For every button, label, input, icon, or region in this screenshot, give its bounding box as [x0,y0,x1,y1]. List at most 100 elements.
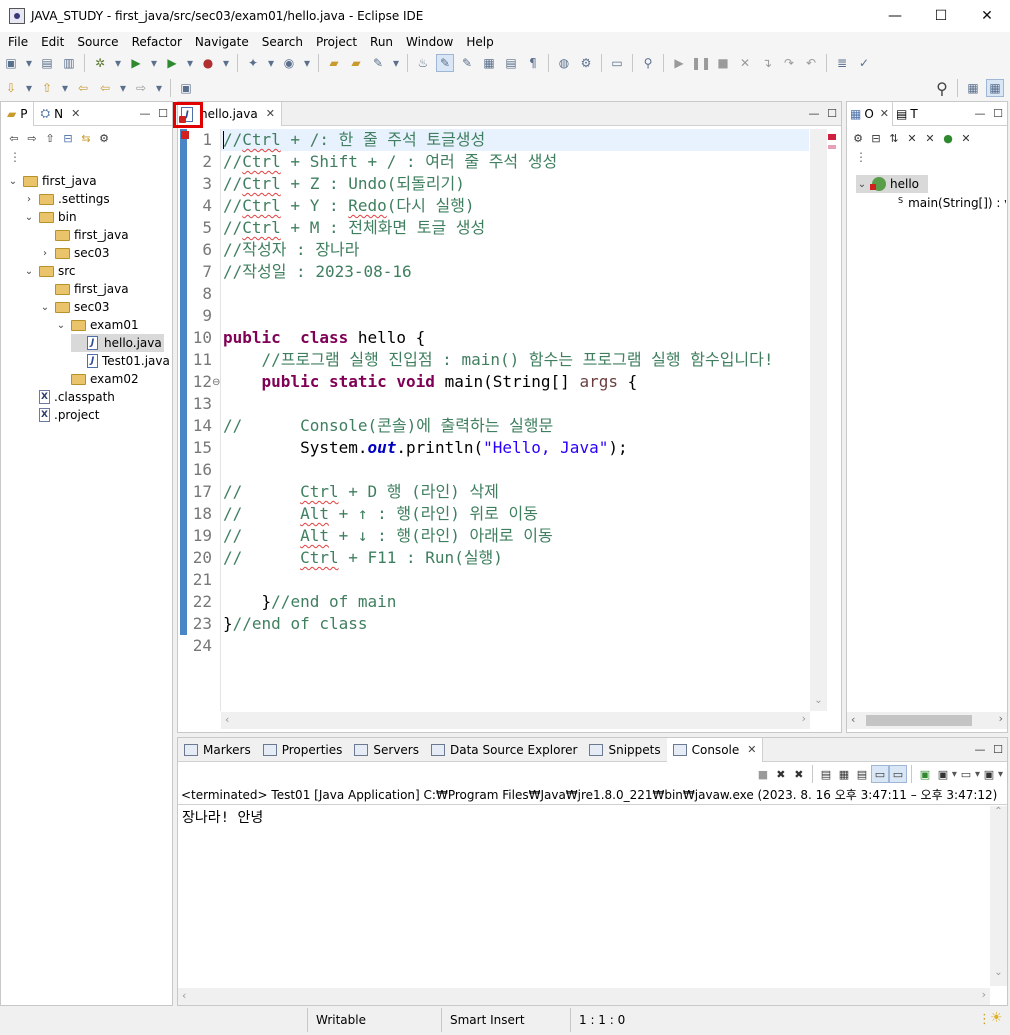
tab-servers[interactable]: Servers [348,738,425,762]
hide-nonpublic-icon[interactable]: ● [939,129,957,147]
code-line[interactable]: //Ctrl + /: 한 줄 주석 토글생성 [223,129,485,151]
close-icon[interactable]: ✕ [747,743,756,756]
pin-console-icon[interactable]: ▣ [916,765,934,783]
word-wrap-icon[interactable]: ▤ [853,765,871,783]
outline-method-item[interactable]: S main(String[]) : v [893,194,1006,212]
save-all-icon[interactable]: ▥ [60,54,78,72]
chevron-down-icon[interactable]: ▾ [391,54,401,72]
menu-run[interactable]: Run [362,35,398,49]
maximize-view-icon[interactable]: ☐ [154,105,172,123]
menu-search[interactable]: Search [254,35,308,49]
tree-item-test01java[interactable]: J Test01.java [71,352,170,370]
close-icon[interactable]: ✕ [880,107,889,120]
outline-settings-icon[interactable]: ⚙ [849,129,867,147]
display-console-icon[interactable]: ▣ [934,765,952,783]
previous-annotation-icon[interactable]: ⇧ [38,79,56,97]
step-over-icon[interactable]: ↷ [780,54,798,72]
chevron-right-icon[interactable]: › [23,194,35,205]
tree-item-firstjava[interactable]: first_java [39,280,129,298]
tab-data-source-explorer[interactable]: Data Source Explorer [425,738,583,762]
close-icon[interactable]: ✕ [266,107,275,120]
editor-vertical-scrollbar[interactable]: ⌄ [810,129,827,711]
tab-outline[interactable]: ▦ O ✕ [847,101,894,126]
terminate-icon[interactable]: ■ [754,765,772,783]
tab-snippets[interactable]: Snippets [583,738,666,762]
tasks-icon[interactable]: ✓ [855,54,873,72]
show-whitespace-icon[interactable]: ¶ [524,54,542,72]
show-on-output-icon[interactable]: ▭ [870,765,889,783]
menu-project[interactable]: Project [308,35,362,49]
outline-class-item[interactable]: ⌄ hello [856,175,928,193]
chevron-down-icon[interactable]: ▾ [185,54,195,72]
chevron-down-icon[interactable]: ▾ [24,79,34,97]
close-button[interactable]: ✕ [964,0,1010,32]
java-perspective-icon[interactable]: ⚙ [577,54,595,72]
scrollbar-thumb[interactable] [866,715,972,726]
chevron-down-icon[interactable]: ⌄ [856,179,868,190]
code-line[interactable]: // Ctrl + D 행 (라인) 삭제 [223,481,499,503]
scroll-lock-icon[interactable]: ▦ [835,765,853,783]
code-line[interactable]: }//end of main [223,591,397,613]
step-into-icon[interactable]: ↴ [758,54,776,72]
tree-item-src[interactable]: ⌄ src [23,262,76,280]
tree-item-firstjava[interactable]: first_java [39,226,129,244]
menu-navigate[interactable]: Navigate [187,35,254,49]
chevron-down-icon[interactable]: ▾ [302,54,312,72]
console-output[interactable]: 장나라! 안녕 [178,805,1007,829]
console-vertical-scrollbar[interactable]: ⌃ ⌄ [990,806,1007,986]
tree-item-settings[interactable]: › .settings [23,190,110,208]
chevron-down-icon[interactable]: ▾ [113,54,123,72]
editor-horizontal-scrollbar[interactable]: ‹ › [221,712,810,729]
tree-item-exam02[interactable]: exam02 [55,370,139,388]
open-folder-icon[interactable]: ▰ [347,54,365,72]
console-horizontal-scrollbar[interactable]: ‹ › [178,988,990,1005]
last-edit-icon[interactable]: ⇦ [74,79,92,97]
open-type-icon[interactable]: ▰ [325,54,343,72]
menu-window[interactable]: Window [398,35,458,49]
chevron-down-icon[interactable]: ▾ [149,54,159,72]
chevron-down-icon[interactable]: ▾ [266,54,276,72]
overview-error-marker[interactable] [828,134,836,140]
chevron-down-icon[interactable]: ⌄ [39,302,51,313]
new-class-icon[interactable]: ◉ [280,54,298,72]
sort-icon[interactable]: ⇅ [885,129,903,147]
resume-icon[interactable]: ▶ [670,54,688,72]
menu-help[interactable]: Help [458,35,498,49]
debug-icon[interactable]: ✲ [91,54,109,72]
chevron-down-icon[interactable]: ▾ [221,54,231,72]
pin-icon[interactable]: ⚲ [639,54,657,72]
view-menu-icon[interactable]: ⋮ [847,150,1007,170]
forward-icon[interactable]: ⇨ [23,129,41,147]
minimize-view-icon[interactable]: — [805,105,823,123]
terminal-icon[interactable]: ≣ [833,54,851,72]
view-menu-icon[interactable]: ⋮ [1,150,172,170]
tree-item-sec03[interactable]: ⌄ sec03 [39,298,110,316]
hide-local-types-icon[interactable]: ✕ [957,129,975,147]
console-icon[interactable]: ▭ [608,54,626,72]
menu-file[interactable]: File [0,35,33,49]
chevron-down-icon[interactable]: ⌄ [7,176,19,187]
code-line[interactable]: //작성일 : 2023-08-16 [223,261,412,283]
filter-icon[interactable]: ⚙ [95,129,113,147]
chevron-down-icon[interactable]: ▾ [154,79,164,97]
tab-markers[interactable]: Markers [178,738,257,762]
annotation-icon[interactable]: ♨ [414,54,432,72]
new-console-icon[interactable]: ▣ [980,765,998,783]
open-console-icon[interactable]: ▭ [957,765,975,783]
tab-properties[interactable]: Properties [257,738,349,762]
menu-source[interactable]: Source [69,35,123,49]
outline-horizontal-scrollbar[interactable]: ‹ › [847,712,1007,729]
tab-console[interactable]: Console ✕ [666,737,764,762]
disconnect-icon[interactable]: ✕ [736,54,754,72]
tree-item-project[interactable]: X .project [23,406,99,424]
step-return-icon[interactable]: ↶ [802,54,820,72]
link-editor-icon[interactable]: ⇆ [77,129,95,147]
code-line[interactable]: }//end of class [223,613,368,635]
tab-task-list[interactable]: ▤ T [893,102,921,126]
run-external-icon[interactable]: ▶ [163,54,181,72]
collapse-all-icon[interactable]: ⊟ [59,129,77,147]
tab-package-explorer[interactable]: ▰ P [1,101,35,126]
save-icon[interactable]: ▤ [38,54,56,72]
forward-icon[interactable]: ⇨ [132,79,150,97]
fold-icon[interactable]: ⊖ [212,377,220,388]
